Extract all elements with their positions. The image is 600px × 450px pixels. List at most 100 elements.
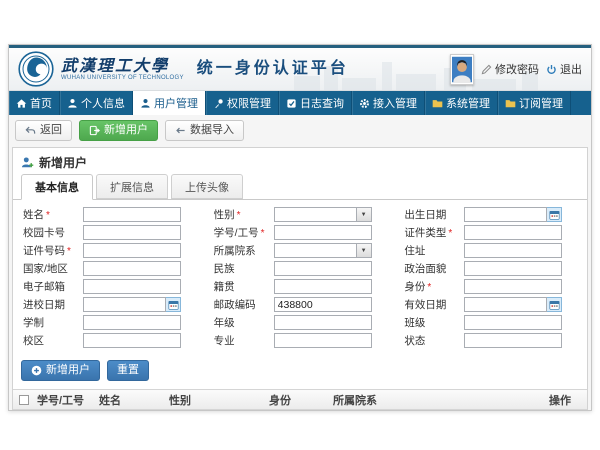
form-field-21: 校区: [23, 333, 200, 348]
nav-item-3[interactable]: 权限管理: [206, 91, 279, 115]
field-text-input[interactable]: [464, 261, 562, 276]
content: 返回 新增用户 数据导入 新增用户 基本信息扩: [9, 115, 591, 410]
form-field-12: 电子邮箱: [23, 279, 200, 294]
field-label: 出生日期: [404, 207, 464, 222]
field-text-input[interactable]: [274, 315, 372, 330]
field-text-input[interactable]: [464, 225, 562, 240]
add-person-icon: [21, 156, 34, 169]
add-user-toolbar-button[interactable]: 新增用户: [79, 120, 158, 141]
field-text-input[interactable]: [83, 243, 181, 258]
field-text-input[interactable]: [464, 243, 562, 258]
submit-add-user-button[interactable]: 新增用户: [21, 360, 100, 381]
field-text-input[interactable]: [274, 225, 372, 240]
field-text-input[interactable]: [274, 297, 372, 312]
field-select-value[interactable]: [274, 207, 357, 222]
field-label: 籍贯: [214, 279, 274, 294]
field-text-input[interactable]: [83, 225, 181, 240]
add-user-panel: 新增用户 基本信息扩展信息上传头像 姓名*性别*▼出生日期校园卡号学号/工号*证…: [12, 147, 588, 410]
table-column-4: 所属院系: [331, 392, 547, 408]
table-column-0: 学号/工号: [35, 392, 97, 408]
form-field-20: 班级: [404, 315, 581, 330]
calendar-icon[interactable]: [166, 297, 181, 312]
table-column-1: 姓名: [97, 392, 167, 408]
form-field-7: 所属院系▼: [214, 243, 391, 258]
field-text: [83, 243, 181, 258]
field-text-input[interactable]: [274, 279, 372, 294]
table-column-2: 性别: [167, 392, 267, 408]
nav-item-1[interactable]: 个人信息: [60, 91, 133, 115]
import-arrow-icon: [175, 125, 186, 136]
nav-item-label: 订阅管理: [519, 95, 563, 111]
tab-0[interactable]: 基本信息: [21, 174, 93, 200]
data-import-button[interactable]: 数据导入: [165, 120, 244, 141]
data-import-label: 数据导入: [190, 124, 234, 137]
home-icon: [16, 98, 27, 109]
tab-strip: 基本信息 扩展信息 上传头像: [13, 174, 587, 200]
change-password-link[interactable]: 修改密码: [481, 61, 539, 77]
field-label: 证件类型*: [404, 225, 464, 240]
field-label: 进校日期: [23, 297, 83, 312]
nav-item-label: 用户管理: [154, 95, 198, 111]
nav-item-label: 权限管理: [227, 95, 271, 111]
field-text: [464, 225, 562, 240]
field-date-input[interactable]: [464, 207, 547, 222]
form-field-22: 专业: [214, 333, 391, 348]
nav-item-2[interactable]: 用户管理: [133, 91, 206, 115]
field-text-input[interactable]: [464, 315, 562, 330]
form-field-2: 出生日期: [404, 207, 581, 222]
field-text: [464, 279, 562, 294]
field-text-input[interactable]: [464, 279, 562, 294]
field-text-input[interactable]: [83, 261, 181, 276]
calendar-icon[interactable]: [547, 207, 562, 222]
form-field-3: 校园卡号: [23, 225, 200, 240]
tab-2[interactable]: 上传头像: [171, 174, 243, 199]
back-button[interactable]: 返回: [15, 120, 72, 141]
logout-label: 退出: [560, 61, 582, 77]
field-text-input[interactable]: [83, 279, 181, 294]
field-text-input[interactable]: [274, 333, 372, 348]
field-date-input[interactable]: [83, 297, 166, 312]
field-select: ▼: [274, 207, 372, 222]
form-field-11: 政治面貌: [404, 261, 581, 276]
university-logo: [18, 51, 54, 87]
tab-label: 上传头像: [185, 182, 229, 194]
nav-item-6[interactable]: 系统管理: [425, 91, 498, 115]
field-text-input[interactable]: [83, 333, 181, 348]
field-text-input[interactable]: [83, 315, 181, 330]
field-date-input[interactable]: [464, 297, 547, 312]
nav-item-label: 个人信息: [81, 95, 125, 111]
nav-item-0[interactable]: 首页: [9, 91, 60, 115]
field-date: [83, 297, 181, 312]
dropdown-arrow-icon[interactable]: ▼: [357, 243, 372, 258]
table-header-checkbox-cell: [13, 395, 35, 405]
required-star: *: [261, 228, 265, 239]
university-name-block: 武漢理工大學 WUHAN UNIVERSITY OF TECHNOLOGY: [61, 57, 184, 81]
field-label: 专业: [214, 333, 274, 348]
required-star: *: [237, 210, 241, 221]
field-text-input[interactable]: [83, 207, 181, 222]
field-text: [83, 207, 181, 222]
logout-link[interactable]: 退出: [546, 61, 582, 77]
form-actions: 新增用户 重置: [13, 352, 587, 389]
field-text-input[interactable]: [274, 261, 372, 276]
select-all-checkbox[interactable]: [19, 395, 29, 405]
calendar-icon[interactable]: [547, 297, 562, 312]
field-label: 校区: [23, 333, 83, 348]
user-avatar[interactable]: [450, 54, 474, 85]
field-select-value[interactable]: [274, 243, 357, 258]
nav-item-label: 系统管理: [446, 95, 490, 111]
field-label: 性别*: [214, 207, 274, 222]
tab-label: 基本信息: [35, 182, 79, 194]
toolbar: 返回 新增用户 数据导入: [9, 115, 591, 147]
person-icon: [140, 98, 151, 109]
field-text-input[interactable]: [464, 333, 562, 348]
tab-1[interactable]: 扩展信息: [96, 174, 168, 199]
required-star: *: [427, 282, 431, 293]
nav-item-5[interactable]: 接入管理: [352, 91, 425, 115]
header: 武漢理工大學 WUHAN UNIVERSITY OF TECHNOLOGY 统一…: [9, 48, 591, 91]
tab-label: 扩展信息: [110, 182, 154, 194]
nav-item-7[interactable]: 订阅管理: [498, 91, 571, 115]
dropdown-arrow-icon[interactable]: ▼: [357, 207, 372, 222]
reset-button[interactable]: 重置: [107, 360, 149, 381]
nav-item-4[interactable]: 日志查询: [279, 91, 352, 115]
